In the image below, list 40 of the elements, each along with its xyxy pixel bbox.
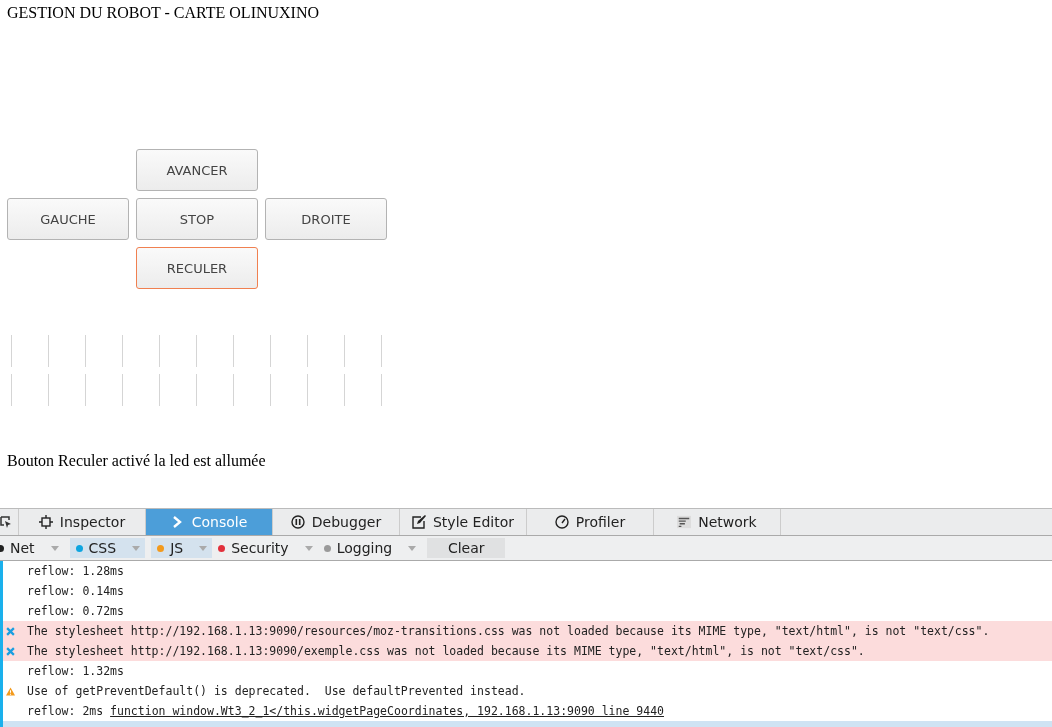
caret-icon[interactable] bbox=[199, 545, 208, 551]
error-icon bbox=[6, 647, 15, 656]
console-message: reflow: 2ms bbox=[27, 704, 104, 718]
filter-dropdown[interactable]: Logging bbox=[323, 538, 422, 558]
page-title: GESTION DU ROBOT - CARTE OLINUXINO bbox=[7, 4, 320, 22]
warning-icon bbox=[6, 687, 15, 696]
direction-button[interactable]: GAUCHE bbox=[7, 198, 129, 240]
devtools-tab[interactable]: Profiler bbox=[527, 509, 654, 535]
filter-dropdown[interactable]: Net bbox=[0, 538, 64, 558]
console-message: The stylesheet http://192.168.1.13:9090/exemple.css was not loaded because its MIME type, "text/html", is not "text/css". bbox=[27, 644, 865, 658]
devtools-tab[interactable]: Debugger bbox=[273, 509, 400, 535]
console-message: reflow: 1.28ms bbox=[27, 564, 124, 578]
filter-dropdown[interactable]: CSS bbox=[69, 538, 146, 558]
filter-dropdown[interactable]: Security bbox=[218, 538, 318, 558]
source-link[interactable]: function window.Wt3_2_1</this.widgetPageCoordinates, 192.168.1.13:9090 line 9440 bbox=[110, 704, 664, 718]
caret-icon[interactable] bbox=[132, 545, 141, 551]
devtools-tab[interactable]: Style Editor bbox=[400, 509, 527, 535]
devtools-tab[interactable]: Network bbox=[654, 509, 781, 535]
filter-dropdown[interactable]: JS bbox=[151, 538, 213, 558]
status-message: Bouton Reculer activé la led est allumée bbox=[7, 452, 266, 470]
direction-button[interactable]: STOP bbox=[136, 198, 258, 240]
clear-button[interactable]: Clear bbox=[427, 538, 506, 558]
direction-button[interactable]: DROITE bbox=[265, 198, 387, 240]
console-message: reflow: 0.72ms bbox=[27, 604, 124, 618]
direction-button[interactable]: AVANCER bbox=[136, 149, 258, 191]
console-message: reflow: 1.32ms bbox=[27, 664, 124, 678]
caret-icon[interactable] bbox=[304, 545, 313, 551]
console-message: Use of getPreventDefault() is deprecated. Use defaultPrevented instead. bbox=[27, 684, 526, 698]
console-message: The stylesheet http://192.168.1.13:9090/resources/moz-transitions.css was not loaded because its MIME type, "text/html", is not "text/css". bbox=[27, 624, 990, 638]
element-picker-icon[interactable] bbox=[0, 509, 19, 535]
caret-icon[interactable] bbox=[50, 545, 59, 551]
gauge-icon bbox=[554, 515, 569, 529]
crosshair-icon bbox=[38, 515, 53, 529]
list-icon bbox=[677, 515, 692, 529]
console-message: reflow: 0.14ms bbox=[27, 584, 124, 598]
pause-icon bbox=[290, 515, 305, 529]
direction-button[interactable]: RECULER bbox=[136, 247, 258, 289]
caret-icon[interactable] bbox=[408, 545, 417, 551]
edit-icon bbox=[411, 515, 426, 529]
error-icon bbox=[6, 627, 15, 636]
